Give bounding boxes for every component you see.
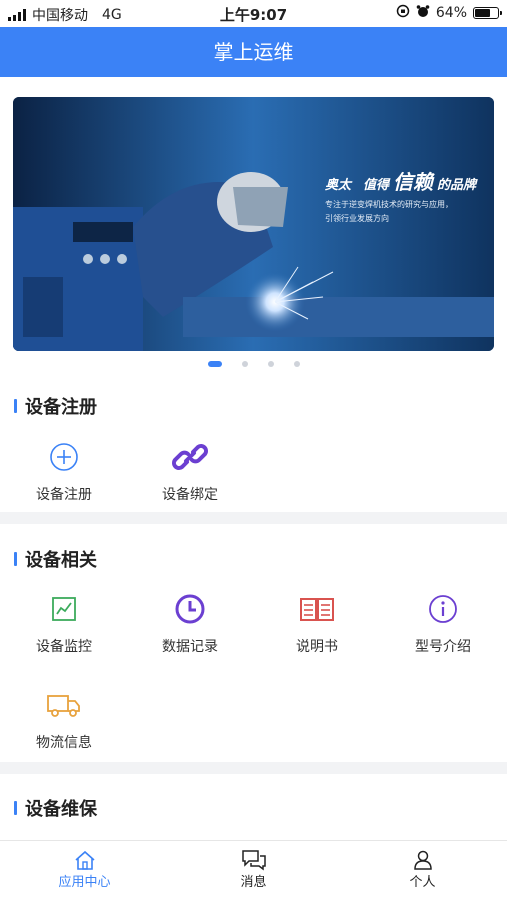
tile-model-intro[interactable]: 型号介绍: [383, 592, 503, 656]
tile-label: 型号介绍: [415, 639, 471, 655]
tab-app-center[interactable]: 应用中心: [0, 841, 169, 901]
section-title-maintenance: 设备维保: [14, 795, 97, 821]
tile-device-register[interactable]: 设备注册: [4, 440, 124, 504]
tab-label: 个人: [409, 875, 436, 890]
bottom-tab-bar: 应用中心 消息 个人: [0, 840, 507, 901]
chat-icon: [169, 849, 338, 871]
carousel-dot-4[interactable]: [293, 361, 300, 367]
link-icon: [130, 440, 250, 474]
tile-device-monitor[interactable]: 设备监控: [4, 592, 124, 656]
battery-percent: 64%: [435, 5, 467, 21]
tile-logistics[interactable]: 物流信息: [4, 688, 124, 752]
tile-label: 设备监控: [36, 639, 92, 655]
book-icon: [257, 592, 377, 626]
app-header: 掌上运维: [0, 27, 507, 77]
tile-label: 设备绑定: [162, 487, 218, 503]
banner-headline-3: 信赖: [393, 170, 435, 194]
carousel-dot-2[interactable]: [241, 361, 248, 367]
tile-device-bind[interactable]: 设备绑定: [130, 440, 250, 504]
section-accent-bar: [14, 552, 17, 566]
tile-label: 说明书: [296, 639, 338, 655]
banner-line-2: 引领行业发展方向: [325, 213, 389, 223]
banner-headline-4: 的品牌: [437, 177, 478, 193]
section-title-related: 设备相关: [14, 546, 97, 572]
alarm-icon: [416, 4, 430, 22]
page-title: 掌上运维: [213, 40, 294, 64]
chart-icon: [4, 592, 124, 626]
status-bar: 中国移动 4G 上午9:07 64%: [0, 0, 507, 27]
section-title-register: 设备注册: [14, 393, 97, 419]
tab-label: 应用中心: [58, 875, 111, 890]
truck-icon: [4, 688, 124, 722]
home-icon: [0, 849, 169, 871]
tab-messages[interactable]: 消息: [169, 841, 338, 901]
plus-circle-icon: [4, 440, 124, 474]
tile-manual[interactable]: 说明书: [257, 592, 377, 656]
user-icon: [338, 849, 507, 871]
section-accent-bar: [14, 399, 17, 413]
tile-label: 物流信息: [36, 735, 92, 751]
rotation-lock-icon: [396, 4, 410, 22]
banner-headline-1: 奥太: [325, 177, 353, 193]
carousel-indicator: [0, 361, 507, 367]
banner-carousel[interactable]: 奥太 值得 信赖 的品牌 专注于逆变焊机技术的研究与应用， 引领行业发展方向: [13, 97, 494, 351]
banner-headline-2: 值得: [363, 177, 391, 193]
info-icon: [383, 592, 503, 626]
banner-line-1: 专注于逆变焊机技术的研究与应用，: [325, 199, 453, 209]
tile-label: 设备注册: [36, 487, 92, 503]
tab-profile[interactable]: 个人: [338, 841, 507, 901]
carousel-dot-3[interactable]: [267, 361, 274, 367]
section-accent-bar: [14, 801, 17, 815]
carousel-dot-1[interactable]: [207, 361, 222, 367]
banner-image: 奥太 值得 信赖 的品牌 专注于逆变焊机技术的研究与应用， 引领行业发展方向: [13, 97, 494, 351]
tab-label: 消息: [240, 875, 267, 890]
clock-icon: [130, 592, 250, 626]
tile-label: 数据记录: [162, 639, 218, 655]
battery-icon: [473, 7, 502, 19]
tile-data-records[interactable]: 数据记录: [130, 592, 250, 656]
